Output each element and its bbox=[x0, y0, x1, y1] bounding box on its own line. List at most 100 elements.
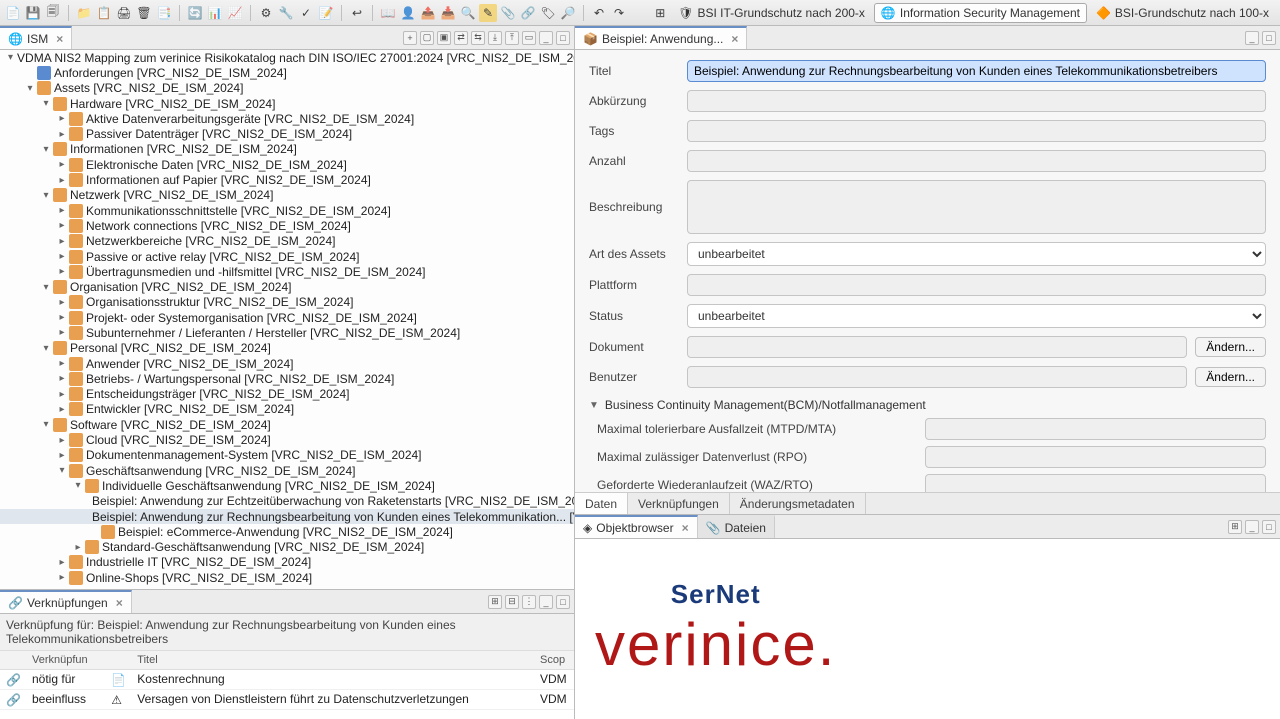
chevron-right-icon[interactable]: ▸ bbox=[56, 251, 68, 262]
links-table[interactable]: Verknüpfun Titel Scop 🔗nötig für📄Kostenr… bbox=[0, 651, 574, 719]
minimize-icon[interactable]: _ bbox=[1245, 520, 1259, 534]
edit-icon[interactable]: ✎ bbox=[479, 4, 497, 22]
toolbar-btn[interactable]: 🔧 bbox=[277, 4, 295, 22]
chevron-right-icon[interactable]: ▸ bbox=[56, 572, 68, 583]
link-row[interactable]: 🔗beeinfluss⚠Versagen von Dienstleistern … bbox=[0, 689, 574, 709]
toolbar-btn[interactable]: ✓ bbox=[297, 4, 315, 22]
ism-tree[interactable]: ▾VDMA NIS2 Mapping zum verinice Risikoka… bbox=[0, 50, 574, 589]
toolbar-btn[interactable]: 🏷 bbox=[539, 4, 557, 22]
input-benutzer[interactable] bbox=[687, 366, 1187, 388]
tree-row[interactable]: ▸Netzwerkbereiche [VRC_NIS2_DE_ISM_2024] bbox=[0, 234, 574, 249]
maximize-icon[interactable]: □ bbox=[1262, 31, 1276, 45]
tree-row[interactable]: ▸Informationen auf Papier [VRC_NIS2_DE_I… bbox=[0, 172, 574, 187]
tree-row[interactable]: ▸Industrielle IT [VRC_NIS2_DE_ISM_2024] bbox=[0, 555, 574, 570]
toolbar-btn[interactable]: 🔄 bbox=[186, 4, 204, 22]
mini-btn[interactable]: ⇆ bbox=[471, 31, 485, 45]
tree-row[interactable]: ▸Dokumentenmanagement-System [VRC_NIS2_D… bbox=[0, 448, 574, 463]
tree-row[interactable]: Beispiel: Anwendung zur Echtzeitüberwach… bbox=[0, 494, 574, 509]
maximize-icon[interactable]: □ bbox=[556, 31, 570, 45]
tree-row[interactable]: ▸Passiver Datenträger [VRC_NIS2_DE_ISM_2… bbox=[0, 126, 574, 141]
tree-row[interactable]: ▸Entscheidungsträger [VRC_NIS2_DE_ISM_20… bbox=[0, 387, 574, 402]
select-status[interactable]: unbearbeitet bbox=[687, 304, 1266, 328]
toolbar-btn[interactable]: 🖨 bbox=[115, 4, 133, 22]
chevron-right-icon[interactable]: ▸ bbox=[56, 358, 68, 369]
mini-btn[interactable]: ▢ bbox=[420, 31, 434, 45]
tree-row[interactable]: ▾Geschäftsanwendung [VRC_NIS2_DE_ISM_202… bbox=[0, 463, 574, 478]
search-icon[interactable]: 🔎 bbox=[559, 4, 577, 22]
tree-row[interactable]: ▸Anwender [VRC_NIS2_DE_ISM_2024] bbox=[0, 356, 574, 371]
toolbar-btn[interactable]: 📑 bbox=[155, 4, 173, 22]
mini-btn[interactable]: ⇄ bbox=[454, 31, 468, 45]
toolbar-btn[interactable]: 📊 bbox=[206, 4, 224, 22]
toolbar-btn[interactable]: 🔍 bbox=[459, 4, 477, 22]
mini-btn[interactable]: ⤒ bbox=[505, 31, 519, 45]
input-mtpd[interactable] bbox=[925, 418, 1266, 440]
tree-row[interactable]: ▾Individuelle Geschäftsanwendung [VRC_NI… bbox=[0, 478, 574, 493]
tab-daten[interactable]: Daten bbox=[575, 493, 628, 514]
toolbar-btn[interactable]: ⚙ bbox=[257, 4, 275, 22]
chevron-right-icon[interactable]: ▸ bbox=[56, 389, 68, 400]
tree-row[interactable]: Anforderungen [VRC_NIS2_DE_ISM_2024] bbox=[0, 65, 574, 80]
ism-tab[interactable]: 🌐 ISM × bbox=[0, 26, 72, 49]
mini-btn[interactable]: ▣ bbox=[437, 31, 451, 45]
toolbar-btn[interactable]: 📝 bbox=[317, 4, 335, 22]
editor-tab[interactable]: 📦 Beispiel: Anwendung... × bbox=[575, 26, 747, 49]
chevron-right-icon[interactable]: ▸ bbox=[56, 404, 68, 415]
tree-row[interactable]: ▾Netzwerk [VRC_NIS2_DE_ISM_2024] bbox=[0, 188, 574, 203]
maximize-icon[interactable]: □ bbox=[1262, 520, 1276, 534]
toolbar-btn[interactable]: 🔗 bbox=[519, 4, 537, 22]
chevron-right-icon[interactable]: ▸ bbox=[72, 542, 84, 553]
toolbar-btn[interactable]: 📎 bbox=[499, 4, 517, 22]
tree-row[interactable]: ▸Subunternehmer / Lieferanten / Herstell… bbox=[0, 325, 574, 340]
tree-row[interactable]: ▾Informationen [VRC_NIS2_DE_ISM_2024] bbox=[0, 142, 574, 157]
input-anzahl[interactable] bbox=[687, 150, 1266, 172]
chevron-right-icon[interactable]: ▸ bbox=[56, 435, 68, 446]
tree-row[interactable]: ▾Assets [VRC_NIS2_DE_ISM_2024] bbox=[0, 81, 574, 96]
chevron-right-icon[interactable]: ▸ bbox=[56, 297, 68, 308]
tree-row[interactable]: Beispiel: Anwendung zur Rechnungsbearbei… bbox=[0, 509, 574, 524]
mini-btn[interactable]: ⊞ bbox=[488, 595, 502, 609]
tree-row[interactable]: ▸Betriebs- / Wartungspersonal [VRC_NIS2_… bbox=[0, 371, 574, 386]
chevron-right-icon[interactable]: ▸ bbox=[56, 236, 68, 247]
col-relation[interactable]: Verknüpfun bbox=[26, 651, 105, 670]
input-tags[interactable] bbox=[687, 120, 1266, 142]
chevron-right-icon[interactable]: ▸ bbox=[56, 113, 68, 124]
chevron-right-icon[interactable]: ▸ bbox=[56, 373, 68, 384]
tree-row[interactable]: ▸Elektronische Daten [VRC_NIS2_DE_ISM_20… bbox=[0, 157, 574, 172]
tree-row[interactable]: ▾VDMA NIS2 Mapping zum verinice Risikoka… bbox=[0, 50, 574, 65]
chevron-down-icon[interactable]: ▾ bbox=[72, 480, 84, 491]
tree-row[interactable]: ▸Aktive Datenverarbeitungsgeräte [VRC_NI… bbox=[0, 111, 574, 126]
mini-btn[interactable]: ▭ bbox=[522, 31, 536, 45]
toolbar-btn[interactable]: 📁 bbox=[75, 4, 93, 22]
input-abk[interactable] bbox=[687, 90, 1266, 112]
tab-verknuepfungen[interactable]: Verknüpfungen bbox=[628, 493, 730, 514]
toolbar-btn[interactable]: ↷ bbox=[610, 4, 628, 22]
link-row[interactable]: 🔗nötig für📄KostenrechnungVDM bbox=[0, 670, 574, 690]
links-tab[interactable]: 🔗 Verknüpfungen × bbox=[0, 590, 132, 613]
toolbar-btn[interactable]: ↶ bbox=[590, 4, 608, 22]
tree-row[interactable]: ▸Online-Shops [VRC_NIS2_DE_ISM_2024] bbox=[0, 570, 574, 585]
tree-row[interactable]: ▾Hardware [VRC_NIS2_DE_ISM_2024] bbox=[0, 96, 574, 111]
chevron-down-icon[interactable]: ▾ bbox=[8, 52, 13, 63]
chevron-right-icon[interactable]: ▸ bbox=[56, 450, 68, 461]
tree-row[interactable]: ▸Cloud [VRC_NIS2_DE_ISM_2024] bbox=[0, 432, 574, 447]
toolbar-btn[interactable]: 🗐 bbox=[44, 4, 62, 22]
input-waz[interactable] bbox=[925, 474, 1266, 492]
chevron-down-icon[interactable]: ▾ bbox=[40, 282, 52, 293]
tree-row[interactable]: ▾Software [VRC_NIS2_DE_ISM_2024] bbox=[0, 417, 574, 432]
mini-btn[interactable]: ⊞ bbox=[1228, 520, 1242, 534]
chevron-right-icon[interactable]: ▸ bbox=[56, 312, 68, 323]
tree-row[interactable]: ▸Network connections [VRC_NIS2_DE_ISM_20… bbox=[0, 218, 574, 233]
input-dokument[interactable] bbox=[687, 336, 1187, 358]
chevron-down-icon[interactable]: ▾ bbox=[40, 343, 52, 354]
button-change-benutzer[interactable]: Ändern... bbox=[1195, 367, 1266, 387]
chevron-right-icon[interactable]: ▸ bbox=[56, 205, 68, 216]
chevron-right-icon[interactable]: ▸ bbox=[56, 557, 68, 568]
tree-row[interactable]: ▸Übertragunsmedien und -hilfsmittel [VRC… bbox=[0, 264, 574, 279]
chevron-right-icon[interactable]: ▸ bbox=[56, 220, 68, 231]
select-art[interactable]: unbearbeitet bbox=[687, 242, 1266, 266]
perspective-bsi-grundschutz-nach-100-x[interactable]: 🔶BSI-Grundschutz nach 100-x bbox=[1089, 3, 1276, 23]
minimize-icon[interactable]: _ bbox=[1245, 31, 1259, 45]
tree-row[interactable]: ▸Projekt- oder Systemorganisation [VRC_N… bbox=[0, 310, 574, 325]
toolbar-btn[interactable]: ↩ bbox=[348, 4, 366, 22]
